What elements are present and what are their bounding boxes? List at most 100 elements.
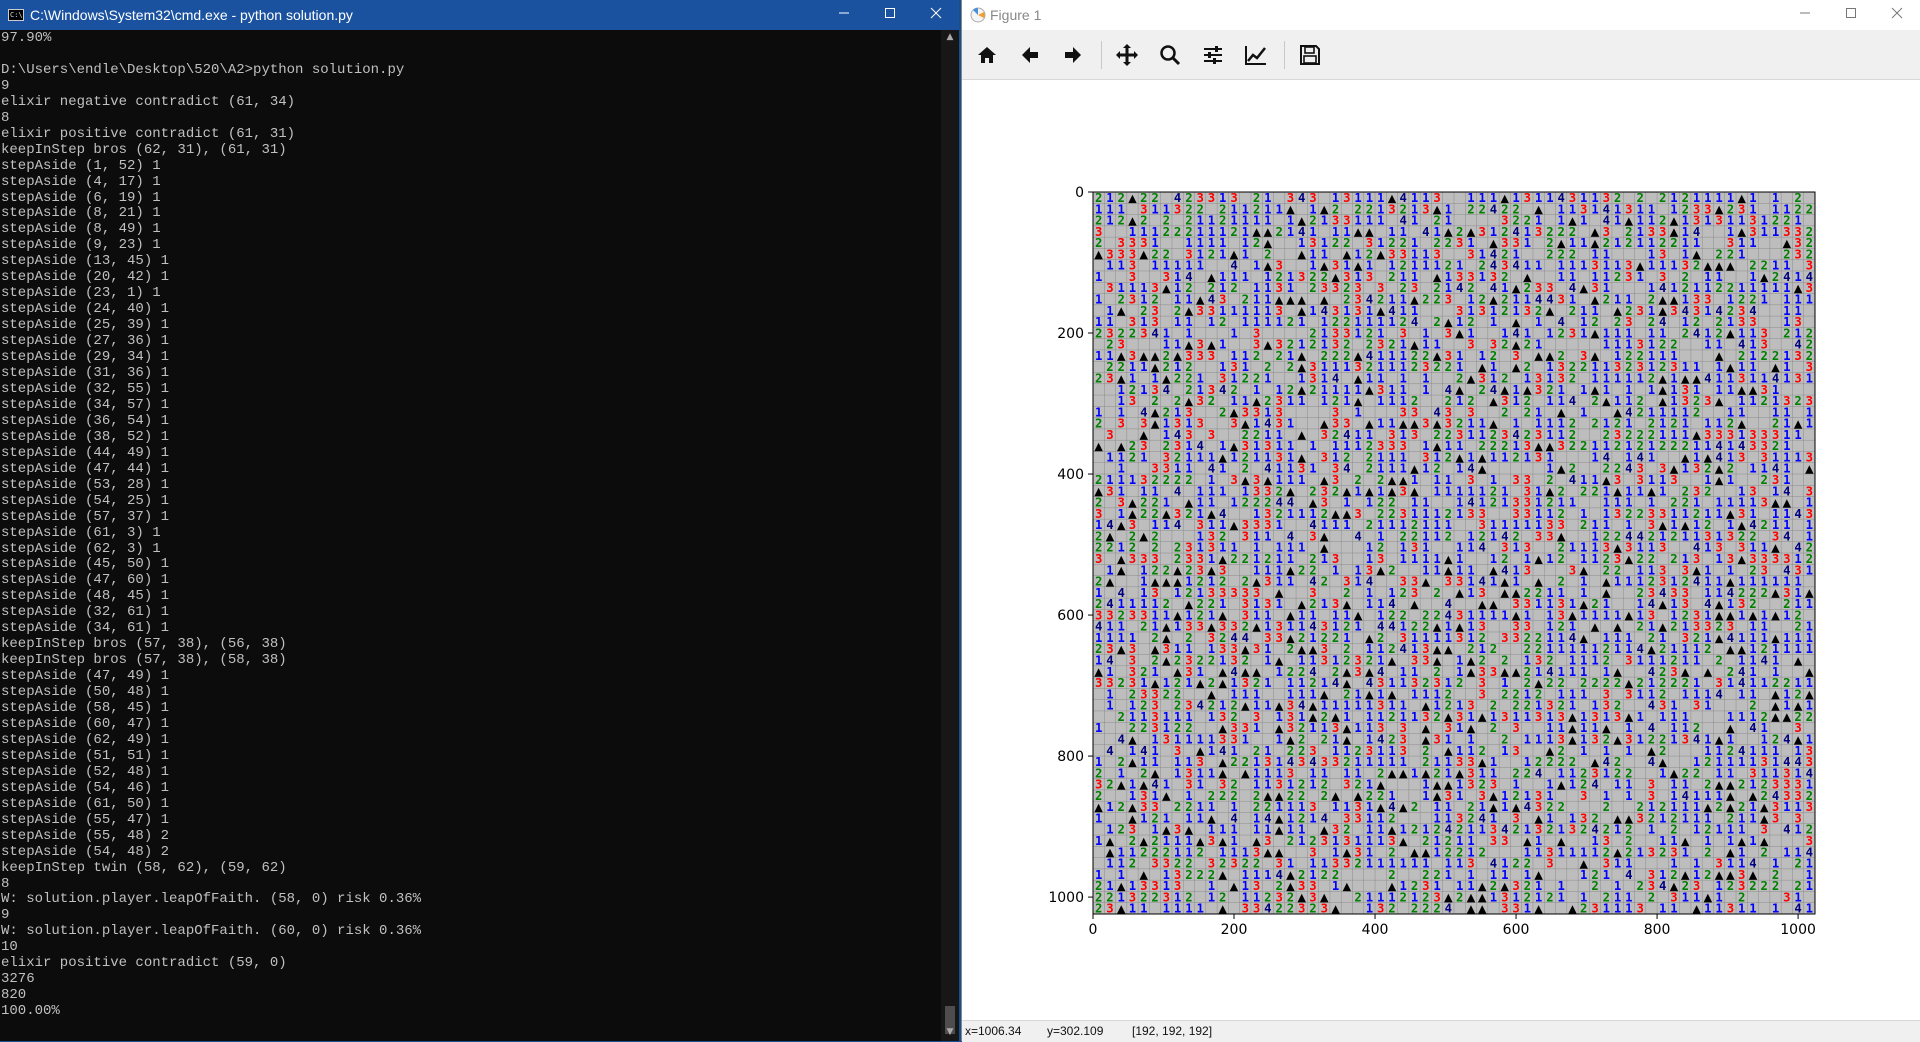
number-cell: 2 xyxy=(1230,281,1237,295)
number-cell: 3 xyxy=(1106,484,1113,498)
number-cell: 2 xyxy=(1287,834,1294,848)
number-cell: 4 xyxy=(1512,259,1519,273)
number-cell: 1 xyxy=(1309,462,1316,476)
edit-axes-button[interactable] xyxy=(1239,39,1273,71)
number-cell: 3 xyxy=(1524,304,1531,318)
console-line: stepAside (24, 40) 1 xyxy=(1,301,939,318)
number-cell: 1 xyxy=(1366,597,1373,611)
flag-cell: ▲ xyxy=(1128,192,1137,205)
number-cell: 1 xyxy=(1682,529,1689,543)
console-scrollbar[interactable]: ▲ ▼ xyxy=(941,30,959,1041)
flag-cell: ▲ xyxy=(1162,790,1171,803)
number-cell: 2 xyxy=(1479,845,1486,859)
console-line: stepAside (52, 48) 1 xyxy=(1,764,939,781)
configure-subplots-button[interactable] xyxy=(1196,39,1230,71)
maximize-button[interactable] xyxy=(1828,0,1874,30)
x-tick-label: 200 xyxy=(1221,922,1248,938)
flag-cell: ▲ xyxy=(1264,338,1273,351)
number-cell: 1 xyxy=(1095,834,1102,848)
scroll-up-icon[interactable]: ▲ xyxy=(941,32,959,42)
console-line: keepInStep bros (57, 38), (58, 38) xyxy=(1,652,939,669)
flag-cell: ▲ xyxy=(1117,519,1126,532)
number-cell: 1 xyxy=(1264,699,1271,713)
maximize-button[interactable] xyxy=(867,0,913,30)
y-tick-label: 800 xyxy=(1057,749,1084,765)
number-cell: 2 xyxy=(1591,484,1598,498)
pan-button[interactable] xyxy=(1110,39,1144,71)
number-cell: 4 xyxy=(1196,699,1203,713)
console-line: stepAside (13, 45) 1 xyxy=(1,253,939,270)
console-line: 8 xyxy=(1,876,939,893)
flag-cell: ▲ xyxy=(1162,282,1171,295)
console-line: stepAside (62, 49) 1 xyxy=(1,732,939,749)
flag-cell: ▲ xyxy=(1737,553,1746,566)
console-line: 100.00% xyxy=(1,1003,939,1020)
console-line: stepAside (4, 17) 1 xyxy=(1,174,939,191)
console-line: stepAside (62, 3) 1 xyxy=(1,541,939,558)
flag-cell: ▲ xyxy=(1218,869,1227,882)
number-cell: 2 xyxy=(1580,823,1587,837)
plot-canvas[interactable]: 2 1 2 ▲ 2 2 4 2 3 3 1 3 2 1 3 4 3 1 3 1 1 1 ▲ 4 1 1 3 1 1 1 ▲ 1 3 1 1 4 3 1 1 3… xyxy=(962,80,1920,1020)
home-button[interactable] xyxy=(970,39,1004,71)
number-cell: 3 xyxy=(1445,293,1452,307)
close-button[interactable] xyxy=(913,0,959,30)
zoom-button[interactable] xyxy=(1153,39,1187,71)
flag-cell: ▲ xyxy=(1613,733,1622,746)
number-cell: 2 xyxy=(1400,586,1407,600)
number-cell: 2 xyxy=(1546,890,1553,904)
number-cell: 1 xyxy=(1196,450,1203,464)
number-cell: 1 xyxy=(1659,766,1666,780)
number-cell: 2 xyxy=(1219,405,1226,419)
maximize-icon xyxy=(885,8,895,18)
flag-cell: ▲ xyxy=(1388,654,1397,667)
number-cell: 1 xyxy=(1806,597,1813,611)
close-button[interactable] xyxy=(1874,0,1920,30)
number-cell: 2 xyxy=(1422,293,1429,307)
console-output[interactable]: 97.90% D:\Users\endle\Desktop\520\A2>pyt… xyxy=(1,31,939,1031)
number-cell: 3 xyxy=(1298,270,1305,284)
number-cell: 1 xyxy=(1727,383,1734,397)
number-cell: 2 xyxy=(1557,552,1564,566)
number-cell: 3 xyxy=(1738,450,1745,464)
number-cell: 1 xyxy=(1095,349,1102,363)
save-button[interactable] xyxy=(1293,39,1327,71)
forward-button[interactable] xyxy=(1056,39,1090,71)
number-cell: 2 xyxy=(1411,823,1418,837)
number-cell: 1 xyxy=(1546,326,1553,340)
number-cell: 1 xyxy=(1388,518,1395,532)
number-cell: 3 xyxy=(1151,857,1158,871)
number-cell: 2 xyxy=(1163,687,1170,701)
number-cell: 3 xyxy=(1467,507,1474,521)
figure-title-bar[interactable]: Figure 1 xyxy=(962,0,1920,31)
number-cell: 2 xyxy=(1670,620,1677,634)
number-cell: 3 xyxy=(1715,214,1722,228)
number-cell: 1 xyxy=(1264,371,1271,385)
number-cell: 1 xyxy=(1625,575,1632,589)
number-cell: 2 xyxy=(1400,890,1407,904)
minimize-button[interactable] xyxy=(821,0,867,30)
scroll-down-icon[interactable]: ▼ xyxy=(941,1027,959,1037)
minesweeper-board-chart[interactable]: 2 1 2 ▲ 2 2 4 2 3 3 1 3 2 1 3 4 3 1 3 1 1 1 ▲ 4 1 1 3 1 1 1 ▲ 1 3 1 1 4 3 1 1 3… xyxy=(962,80,1920,1020)
number-cell: 1 xyxy=(1772,281,1779,295)
back-button[interactable] xyxy=(1013,39,1047,71)
number-cell: 1 xyxy=(1366,755,1373,769)
flag-cell: ▲ xyxy=(1117,564,1126,577)
number-cell: 2 xyxy=(1219,789,1226,803)
number-cell: 3 xyxy=(1479,687,1486,701)
flag-cell: ▲ xyxy=(1139,530,1148,543)
number-cell: 1 xyxy=(1230,326,1237,340)
number-cell: 3 xyxy=(1196,394,1203,408)
flag-cell: ▲ xyxy=(1568,733,1577,746)
minimize-button[interactable] xyxy=(1782,0,1828,30)
number-cell: 1 xyxy=(1163,518,1170,532)
number-cell: 1 xyxy=(1783,608,1790,622)
x-tick-label: 800 xyxy=(1644,922,1671,938)
console-line: 9 xyxy=(1,78,939,95)
number-cell: 3 xyxy=(1106,281,1113,295)
cursor-x-readout: x=1006.34 xyxy=(965,1024,1021,1038)
number-cell: 3 xyxy=(1422,654,1429,668)
flag-cell: ▲ xyxy=(1478,711,1487,724)
cmd-title-bar[interactable]: C:\ C:\Windows\System32\cmd.exe - python… xyxy=(0,0,959,30)
number-cell: 1 xyxy=(1738,687,1745,701)
number-cell: 1 xyxy=(1264,676,1271,690)
